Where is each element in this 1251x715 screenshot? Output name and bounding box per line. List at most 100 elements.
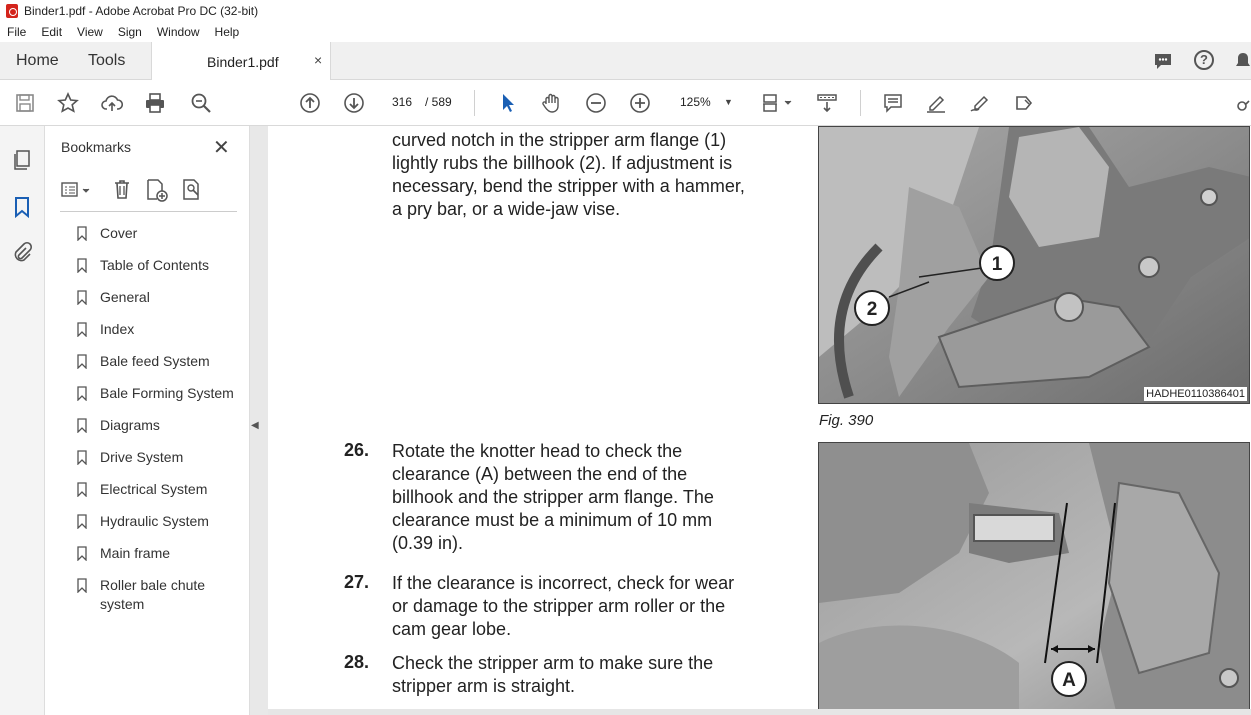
page-count: / 589 — [425, 95, 452, 109]
text-line: If the clearance is incorrect, check for… — [392, 573, 735, 593]
zoom-select[interactable]: 125% ▼ — [672, 91, 742, 113]
bookmark-bale-feed-system[interactable]: Bale feed System — [77, 352, 247, 371]
bookmark-label: Main frame — [100, 545, 171, 561]
bookmark-hydraulic-system[interactable]: Hydraulic System — [77, 512, 247, 531]
bookmark-cover[interactable]: Cover — [77, 224, 247, 243]
next-page-icon[interactable] — [343, 92, 365, 114]
menu-sign[interactable]: Sign — [111, 25, 150, 39]
callout-2: 2 — [867, 299, 878, 320]
bookmark-index[interactable]: Index — [77, 320, 247, 339]
figure-id-label: HADHE0110386401 — [1144, 387, 1247, 401]
tab-document[interactable]: Binder1.pdf × — [151, 42, 331, 81]
horizontal-scrollbar[interactable] — [268, 709, 1251, 715]
tab-close-button[interactable]: × — [314, 52, 322, 68]
share-link-icon[interactable] — [1236, 92, 1251, 114]
text-line: Check the stripper arm to make sure the — [392, 653, 714, 673]
upload-cloud-icon[interactable] — [101, 92, 123, 114]
document-page: curved notch in the stripper arm flange … — [268, 126, 1251, 715]
paragraph-continuation: curved notch in the stripper arm flange … — [392, 129, 745, 221]
bookmark-icon — [77, 514, 87, 529]
zoom-value: 125% — [680, 95, 711, 109]
print-icon[interactable] — [144, 92, 166, 114]
window-title: Binder1.pdf - Adobe Acrobat Pro DC (32-b… — [24, 4, 259, 18]
page-layout-icon[interactable] — [761, 92, 795, 114]
page-number-input[interactable]: 316 — [384, 91, 420, 113]
tab-home[interactable]: Home — [16, 42, 59, 80]
menu-view[interactable]: View — [70, 25, 111, 39]
save-icon[interactable] — [14, 92, 36, 114]
previous-page-icon[interactable] — [299, 92, 321, 114]
highlight-pen-icon[interactable] — [925, 92, 947, 114]
tab-document-label: Binder1.pdf — [207, 54, 279, 70]
bookmark-label: Diagrams — [100, 417, 160, 433]
bookmark-general[interactable]: General — [77, 288, 247, 307]
bookmark-icon — [77, 354, 87, 369]
search-zoom-icon[interactable] — [190, 92, 212, 114]
zoom-in-icon[interactable] — [629, 92, 651, 114]
step-number: 28. — [344, 652, 370, 672]
figure-clearance-photo: A — [818, 442, 1250, 715]
bookmarks-icon[interactable] — [11, 196, 33, 219]
menu-edit[interactable]: Edit — [34, 25, 70, 39]
bookmark-icon — [77, 418, 87, 433]
text-line: clearance must be a minimum of 10 mm — [392, 510, 713, 530]
figure-knotter-photo: 1 2 HADHE0110386401 — [818, 126, 1250, 404]
callout-1: 1 — [992, 254, 1003, 275]
text-line: Rotate the knotter head to check the — [392, 441, 683, 461]
figure-caption: Fig. 390 — [819, 412, 874, 429]
bookmark-icon — [77, 546, 87, 561]
bookmark-icon — [77, 578, 87, 593]
bookmark-roller-bale-chute-system[interactable]: Roller bale chute system — [77, 576, 247, 614]
star-icon[interactable] — [57, 92, 79, 114]
comment-icon[interactable] — [882, 92, 904, 114]
step-number: 27. — [344, 572, 370, 592]
panel-title: Bookmarks — [61, 139, 132, 155]
delete-bookmark-icon[interactable] — [112, 178, 132, 205]
select-cursor-icon[interactable] — [497, 92, 519, 114]
bookmark-label: Roller bale chute system — [100, 577, 206, 612]
collapse-panel-icon[interactable]: ◀ — [251, 420, 265, 436]
text-line: clearance (A) between the end of the — [392, 464, 688, 484]
navigation-rail — [0, 126, 45, 715]
menu-window[interactable]: Window — [150, 25, 208, 39]
zoom-out-icon[interactable] — [585, 92, 607, 114]
bookmark-label: Index — [100, 321, 135, 337]
bookmark-electrical-system[interactable]: Electrical System — [77, 480, 247, 499]
attachments-paperclip-icon[interactable] — [11, 241, 33, 263]
bookmark-options-icon[interactable] — [60, 180, 94, 205]
toolbar-divider — [860, 90, 861, 116]
callout-a: A — [1062, 670, 1076, 691]
hand-tool-icon[interactable] — [541, 92, 563, 114]
step-number: 26. — [344, 440, 370, 460]
tab-tools[interactable]: Tools — [88, 42, 125, 80]
text-line: necessary, bend the stripper with a hamm… — [392, 176, 745, 196]
scroll-mode-icon[interactable] — [816, 92, 838, 114]
bookmark-properties-icon[interactable] — [181, 178, 205, 207]
bookmark-icon — [77, 386, 87, 401]
text-line: curved notch in the stripper arm flange … — [392, 130, 727, 150]
text-line: billhook and the stripper arm flange. Th… — [392, 487, 714, 507]
bookmark-bale-forming-system[interactable]: Bale Forming System — [77, 384, 247, 403]
page-thumbnails-icon[interactable] — [11, 149, 33, 171]
notifications-icon[interactable] — [1236, 50, 1250, 77]
close-panel-icon[interactable]: ✕ — [213, 135, 230, 160]
new-bookmark-icon[interactable] — [145, 178, 169, 207]
bookmark-main-frame[interactable]: Main frame — [77, 544, 247, 563]
menu-file[interactable]: File — [0, 25, 34, 39]
menu-bar: File Edit View Sign Window Help — [0, 22, 1251, 42]
help-icon[interactable]: ? — [1194, 50, 1214, 70]
draw-sign-icon[interactable] — [969, 92, 991, 114]
redact-stamp-icon[interactable] — [1013, 92, 1035, 114]
bookmark-list: Cover Table of Contents General Index Ba… — [77, 224, 247, 627]
bookmark-drive-system[interactable]: Drive System — [77, 448, 247, 467]
bookmark-icon — [77, 450, 87, 465]
text-line: or damage to the stripper arm roller or … — [392, 596, 726, 616]
bookmark-label: Bale feed System — [100, 353, 210, 369]
text-line: cam gear lobe. — [392, 619, 512, 639]
comment-bubble-icon[interactable] — [1152, 50, 1174, 77]
menu-help[interactable]: Help — [208, 25, 248, 39]
bookmarks-panel: Bookmarks ✕ Cover Table of Contents Gene… — [45, 126, 250, 715]
text-line: a pry bar, or a wide-jaw vise. — [392, 199, 621, 219]
bookmark-diagrams[interactable]: Diagrams — [77, 416, 247, 435]
bookmark-table-of-contents[interactable]: Table of Contents — [77, 256, 247, 275]
